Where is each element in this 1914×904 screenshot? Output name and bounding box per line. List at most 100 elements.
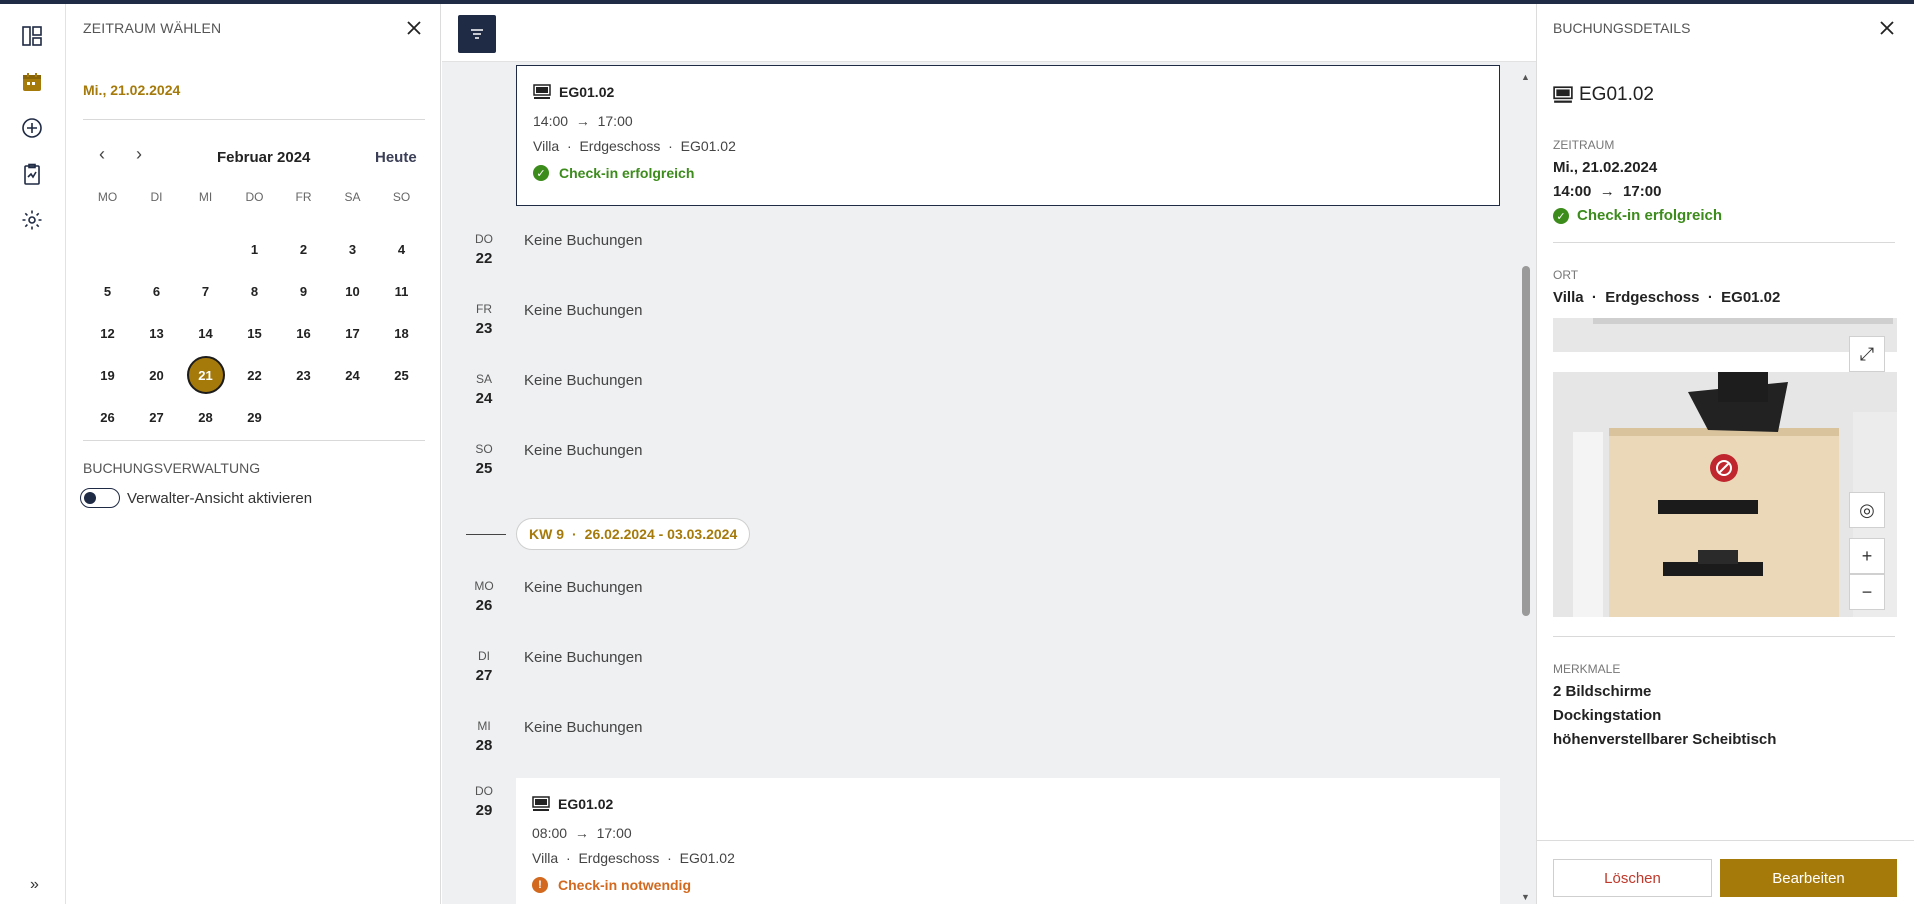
day-row: DI 27 Keine Buchungen bbox=[442, 649, 1502, 705]
day-row: FR 23 Keine Buchungen bbox=[442, 302, 1502, 358]
today-button[interactable]: Heute bbox=[375, 149, 417, 166]
calendar-day-selected[interactable]: 21 bbox=[181, 354, 230, 396]
settings-gear-icon[interactable] bbox=[20, 208, 44, 232]
calendar-day[interactable]: 5 bbox=[83, 270, 132, 312]
weekday-header: SO bbox=[392, 190, 411, 204]
calendar-day[interactable]: 10 bbox=[328, 270, 377, 312]
section-title: BUCHUNGSVERWALTUNG bbox=[83, 460, 261, 476]
week-badge: KW 9 · 26.02.2024 - 03.03.2024 bbox=[516, 518, 751, 550]
calendar-day[interactable]: 16 bbox=[279, 312, 328, 354]
checkin-status: Check-in erfolgreich bbox=[559, 165, 695, 181]
calendar-day[interactable]: 1 bbox=[230, 228, 279, 270]
workspace-floorplan-image[interactable] bbox=[1553, 372, 1897, 617]
calendar-day[interactable]: 9 bbox=[279, 270, 328, 312]
calendar-icon[interactable] bbox=[20, 70, 44, 94]
calendar-blank bbox=[83, 228, 132, 270]
zoom-in-icon[interactable]: + bbox=[1849, 538, 1885, 574]
scrollbar[interactable]: ▲ ▼ bbox=[1520, 72, 1532, 904]
dashboard-icon[interactable] bbox=[20, 24, 44, 48]
day-number: 25 bbox=[475, 460, 493, 477]
calendar-day[interactable]: 23 bbox=[279, 354, 328, 396]
calendar-day[interactable]: 20 bbox=[132, 354, 181, 396]
booking-name: EG01.02 bbox=[558, 796, 614, 812]
scroll-up-icon[interactable]: ▲ bbox=[1521, 72, 1530, 82]
calendar-day[interactable]: 3 bbox=[328, 228, 377, 270]
details-footer: Löschen Bearbeiten bbox=[1537, 840, 1914, 904]
calendar-day[interactable]: 17 bbox=[328, 312, 377, 354]
clipboard-report-icon[interactable] bbox=[20, 162, 44, 186]
calendar-day[interactable]: 7 bbox=[181, 270, 230, 312]
calendar-day[interactable]: 28 bbox=[181, 396, 230, 438]
calendar-day[interactable]: 25 bbox=[377, 354, 426, 396]
close-icon[interactable] bbox=[404, 18, 424, 38]
calendar-day[interactable]: 2 bbox=[279, 228, 328, 270]
booking-card[interactable]: EG01.02 08:00 → 17:00 Villa · Erdgeschos… bbox=[516, 778, 1500, 904]
calendar-day[interactable]: 6 bbox=[132, 270, 181, 312]
prev-month-icon[interactable]: ‹ bbox=[92, 144, 112, 164]
divider bbox=[83, 440, 425, 441]
calendar-blank bbox=[181, 228, 230, 270]
scrollbar-thumb[interactable] bbox=[1522, 266, 1530, 616]
weekday-label: MO bbox=[474, 579, 494, 593]
calendar-day[interactable]: 29 bbox=[230, 396, 279, 438]
calendar-day[interactable]: 24 bbox=[328, 354, 377, 396]
calendar-month: Februar 2024 bbox=[217, 149, 311, 166]
weekday-label: DO bbox=[475, 784, 493, 798]
expand-fullscreen-icon[interactable]: ⤢ bbox=[1849, 336, 1885, 372]
warning-info-icon: ! bbox=[532, 877, 548, 893]
manager-view-toggle[interactable] bbox=[80, 488, 120, 508]
check-circle-icon: ✓ bbox=[1553, 208, 1569, 224]
location-label: ORT bbox=[1553, 268, 1579, 282]
calendar-day[interactable]: 8 bbox=[230, 270, 279, 312]
zoom-out-icon[interactable]: − bbox=[1849, 574, 1885, 610]
desk-monitor-icon bbox=[532, 796, 550, 811]
workspace-name: EG01.02 bbox=[1579, 84, 1654, 105]
locate-target-icon[interactable]: ◎ bbox=[1849, 492, 1885, 528]
weekday-label: SA bbox=[475, 372, 492, 386]
no-bookings-text: Keine Buchungen bbox=[524, 719, 643, 736]
calendar-day[interactable]: 15 bbox=[230, 312, 279, 354]
day-number: 26 bbox=[475, 597, 493, 614]
scroll-down-icon[interactable]: ▼ bbox=[1521, 892, 1530, 902]
filter-button[interactable] bbox=[458, 15, 496, 53]
calendar-day[interactable]: 14 bbox=[181, 312, 230, 354]
booking-card[interactable]: EG01.02 14:00 → 17:00 Villa · Erdgeschos… bbox=[516, 65, 1500, 206]
weekday-label: FR bbox=[476, 302, 492, 316]
next-month-icon[interactable]: › bbox=[129, 144, 149, 164]
calendar-day[interactable]: 22 bbox=[230, 354, 279, 396]
weekday-header: DI bbox=[150, 190, 163, 204]
no-bookings-text: Keine Buchungen bbox=[524, 442, 643, 459]
day-number: 23 bbox=[475, 320, 493, 337]
floorplan-strip bbox=[1553, 318, 1897, 352]
calendar-day[interactable]: 26 bbox=[83, 396, 132, 438]
calendar-day[interactable]: 11 bbox=[377, 270, 426, 312]
toggle-knob bbox=[84, 492, 96, 504]
add-circle-icon[interactable] bbox=[20, 116, 44, 140]
expand-rail-icon[interactable]: » bbox=[30, 876, 39, 894]
booking-list: EG01.02 14:00 → 17:00 Villa · Erdgeschos… bbox=[442, 4, 1536, 904]
booking-time: 14:00 → 17:00 bbox=[1553, 183, 1662, 200]
calendar-day[interactable]: 13 bbox=[132, 312, 181, 354]
delete-button[interactable]: Löschen bbox=[1553, 859, 1712, 897]
calendar-day[interactable]: 19 bbox=[83, 354, 132, 396]
calendar-day[interactable]: 18 bbox=[377, 312, 426, 354]
close-icon[interactable] bbox=[1877, 18, 1897, 38]
weekday-label: DO bbox=[475, 232, 493, 246]
booking-location: Villa · Erdgeschoss · EG01.02 bbox=[533, 138, 736, 154]
divider bbox=[1553, 636, 1895, 637]
no-bookings-text: Keine Buchungen bbox=[524, 372, 643, 389]
edit-button[interactable]: Bearbeiten bbox=[1720, 859, 1897, 897]
booking-time: 14:00 → 17:00 bbox=[533, 113, 633, 129]
calendar-day[interactable]: 12 bbox=[83, 312, 132, 354]
calendar-day[interactable]: 4 bbox=[377, 228, 426, 270]
weekday-label: DI bbox=[478, 649, 490, 663]
weekday-header: DO bbox=[245, 190, 264, 204]
icon-rail: » bbox=[0, 4, 66, 904]
location-path: Villa · Erdgeschoss · EG01.02 bbox=[1553, 289, 1781, 306]
no-bookings-text: Keine Buchungen bbox=[524, 579, 643, 596]
desk-illustration bbox=[1553, 372, 1897, 617]
calendar-day[interactable]: 27 bbox=[132, 396, 181, 438]
week-divider-line bbox=[466, 534, 506, 535]
weekday-header: FR bbox=[295, 190, 312, 204]
week-number: KW 9 bbox=[529, 526, 564, 542]
